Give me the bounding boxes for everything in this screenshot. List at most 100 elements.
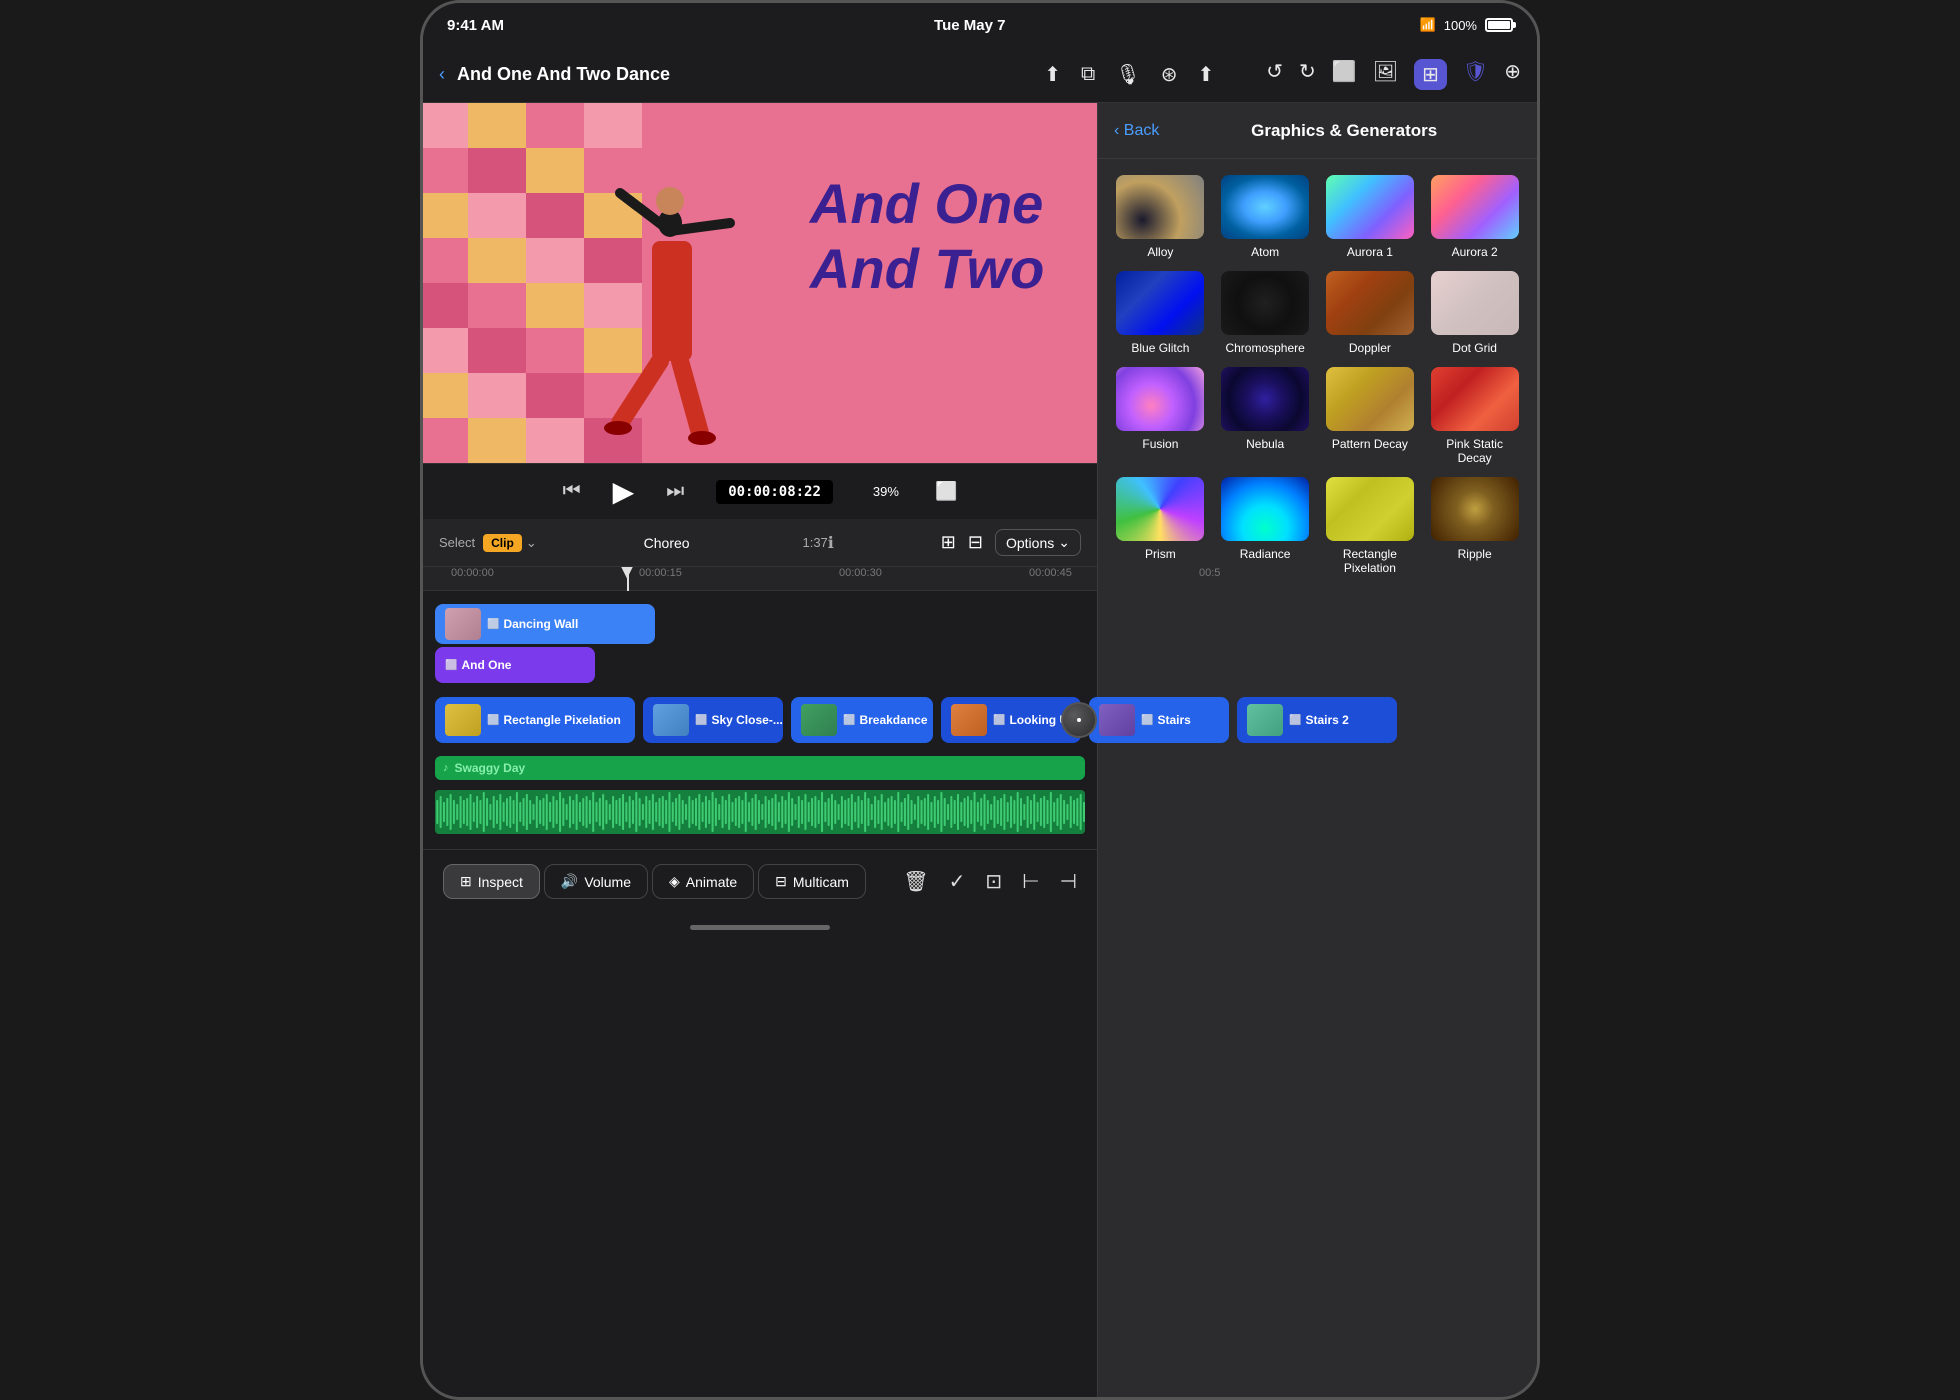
split-icon[interactable]: ⊢ <box>1022 869 1039 894</box>
device-frame: 9:41 AM Tue May 7 📶 100% ‹ And One And T… <box>420 0 1540 1400</box>
gen-item-atom[interactable]: Atom <box>1219 175 1312 259</box>
gen-item-ripple[interactable]: Ripple <box>1428 477 1521 575</box>
generators-icon[interactable]: ⊞ <box>1414 59 1447 90</box>
gen-item-rect-pix[interactable]: Rectangle Pixelation <box>1324 477 1417 575</box>
project-title: And One And Two Dance <box>457 64 1032 85</box>
gen-item-fusion[interactable]: Fusion <box>1114 367 1207 465</box>
clip-dropdown-icon[interactable]: ⌄ <box>526 535 537 551</box>
sky-icon: ⬜ <box>695 715 707 726</box>
gen-label-atom: Atom <box>1251 245 1279 259</box>
right-toolbar-icons: ↺ ↻ ⬜ 🖼 ⊞ 🛡 ⊕ <box>1266 59 1521 90</box>
stairs-label: Stairs <box>1157 713 1190 727</box>
overlay-track-row: ⬜ And One <box>423 643 1097 687</box>
protect-icon[interactable]: 🛡 <box>1463 59 1488 90</box>
gen-item-prism[interactable]: Prism <box>1114 477 1207 575</box>
volume-knob[interactable] <box>1061 702 1097 738</box>
gen-thumb-dot-grid <box>1431 271 1519 335</box>
trim-icon[interactable]: ⊞ <box>941 532 956 553</box>
gen-label-alloy: Alloy <box>1147 245 1173 259</box>
wifi-icon: 📶 <box>1420 17 1436 33</box>
and-one-clip[interactable]: ⬜ And One <box>435 647 595 683</box>
gen-item-alloy[interactable]: Alloy <box>1114 175 1207 259</box>
lookup-icon: ⬜ <box>993 715 1005 726</box>
stairs-clip[interactable]: ⬜ Stairs <box>1089 697 1229 743</box>
undo-icon[interactable]: ↺ <box>1266 59 1283 90</box>
trim-right-icon[interactable]: ⊣ <box>1060 869 1077 894</box>
gen-item-dot-grid[interactable]: Dot Grid <box>1428 271 1521 355</box>
main-video-track: ⬜ Rectangle Pixelation ⬜ Sky Close-... <box>423 691 1097 749</box>
ruler-mark-30: 00:00:30 <box>839 567 882 579</box>
trim-left-icon[interactable]: ⊡ <box>985 869 1002 894</box>
gen-thumb-prism <box>1116 477 1204 541</box>
gen-item-pattern-decay[interactable]: Pattern Decay <box>1324 367 1417 465</box>
rect-pix-label: Rectangle Pixelation <box>503 713 620 727</box>
gen-item-aurora2[interactable]: Aurora 2 <box>1428 175 1521 259</box>
delete-icon[interactable]: 🗑 <box>903 869 928 894</box>
stairs-thumb <box>1099 704 1135 736</box>
upload-icon[interactable]: ⬆ <box>1044 62 1061 87</box>
skip-back-button[interactable]: ⏮ <box>563 480 581 503</box>
play-button[interactable]: ▶ <box>613 475 635 508</box>
gen-item-pink-static[interactable]: Pink Static Decay <box>1428 367 1521 465</box>
info-icon[interactable]: ℹ <box>828 533 834 553</box>
split-icon[interactable]: ⊟ <box>968 532 983 553</box>
audio-note-icon: ♪ <box>443 762 449 774</box>
panel-back-button[interactable]: ‹ Back <box>1114 122 1159 140</box>
magic-icon[interactable]: ⊛ <box>1161 62 1178 87</box>
gen-item-aurora1[interactable]: Aurora 1 <box>1324 175 1417 259</box>
gen-thumb-doppler <box>1326 271 1414 335</box>
confirm-icon[interactable]: ✓ <box>949 869 966 894</box>
dancing-wall-clip[interactable]: ⬜ Dancing Wall <box>435 604 655 644</box>
gen-label-nebula: Nebula <box>1246 437 1284 451</box>
gen-item-nebula[interactable]: Nebula <box>1219 367 1312 465</box>
gen-label-radiance: Radiance <box>1240 547 1291 561</box>
gen-thumb-fusion <box>1116 367 1204 431</box>
photos-icon[interactable]: 🖼 <box>1373 59 1398 90</box>
timeline-ruler: 00:00:00 00:00:15 00:00:30 00:00:45 00:5 <box>423 567 1097 591</box>
lookup-thumb <box>951 704 987 736</box>
back-button[interactable]: ‹ <box>439 64 445 85</box>
rect-pix-clip[interactable]: ⬜ Rectangle Pixelation <box>435 697 635 743</box>
volume-dot <box>1077 718 1081 722</box>
gen-item-blue-glitch[interactable]: Blue Glitch <box>1114 271 1207 355</box>
stairs2-clip[interactable]: ⬜ Stairs 2 <box>1237 697 1397 743</box>
gen-label-pink-static: Pink Static Decay <box>1428 437 1521 465</box>
skip-forward-button[interactable]: ⏭ <box>666 480 684 503</box>
looking-up-clip[interactable]: ⬜ Looking Up <box>941 697 1081 743</box>
sky-close-clip[interactable]: ⬜ Sky Close-... <box>643 697 783 743</box>
multicam-button[interactable]: ⊟ Multicam <box>758 864 866 899</box>
volume-button[interactable]: 🔊 Volume <box>544 864 648 899</box>
clip-label: Dancing Wall <box>503 617 578 631</box>
gen-thumb-alloy <box>1116 175 1204 239</box>
video-preview: And One And Two <box>423 103 1097 463</box>
break-icon: ⬜ <box>843 715 855 726</box>
more-options-icon[interactable]: ⊕ <box>1504 59 1521 90</box>
gen-thumb-blue-glitch <box>1116 271 1204 335</box>
top-toolbar: ‹ And One And Two Dance ⬆ ⧉ 🎙 ⊛ ⬆ ↺ ↻ ⬜ … <box>423 47 1537 103</box>
zoom-level: 39% <box>873 484 899 499</box>
gen-label-prism: Prism <box>1145 547 1176 561</box>
inspect-button[interactable]: ⊞ Inspect <box>443 864 540 899</box>
gen-item-radiance[interactable]: Radiance <box>1219 477 1312 575</box>
options-button[interactable]: Options ⌄ <box>995 529 1081 556</box>
ruler-mark-60: 00:5 <box>1199 567 1220 579</box>
screen-icon[interactable]: ⧉ <box>1081 63 1095 86</box>
gen-item-chromosphere[interactable]: Chromosphere <box>1219 271 1312 355</box>
gen-thumb-atom <box>1221 175 1309 239</box>
gen-thumb-aurora1 <box>1326 175 1414 239</box>
sky-label: Sky Close-... <box>711 713 782 727</box>
gen-thumb-ripple <box>1431 477 1519 541</box>
media-library-icon[interactable]: ⬜ <box>1332 59 1357 90</box>
gen-item-doppler[interactable]: Doppler <box>1324 271 1417 355</box>
animate-button[interactable]: ◈ Animate <box>652 864 754 899</box>
mic-icon[interactable]: 🎙 <box>1115 62 1140 87</box>
breakdance-clip[interactable]: ⬜ Breakdance <box>791 697 933 743</box>
status-right: 📶 100% <box>1420 17 1513 33</box>
gen-label-ripple: Ripple <box>1458 547 1492 561</box>
aspect-icon[interactable]: ⬜ <box>935 481 957 502</box>
stairs2-icon: ⬜ <box>1289 715 1301 726</box>
redo-icon[interactable]: ↻ <box>1299 59 1316 90</box>
volume-label: Volume <box>584 874 631 890</box>
ruler-mark-15: 00:00:15 <box>639 567 682 579</box>
share-icon[interactable]: ⬆ <box>1197 62 1214 87</box>
